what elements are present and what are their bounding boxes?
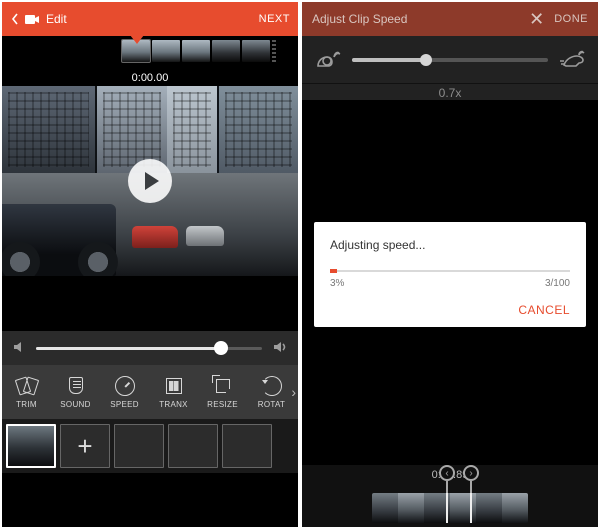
filmstrip[interactable]: [2, 36, 298, 66]
tool-label: ROTAT: [258, 400, 285, 409]
fast-icon: [558, 50, 586, 70]
clip-thumbnail[interactable]: [6, 424, 56, 468]
trim-icon: [17, 376, 37, 396]
tool-label: RESIZE: [207, 400, 238, 409]
play-button[interactable]: [128, 159, 172, 203]
clip-slot-empty[interactable]: [114, 424, 164, 468]
filmstrip-end-icon: [272, 40, 276, 62]
resize-icon: [213, 376, 233, 396]
tool-rotate[interactable]: ROTAT: [247, 365, 296, 419]
progress-percent: 3%: [330, 278, 344, 289]
speed-topbar: Adjust Clip Speed ✕ DONE: [302, 2, 598, 36]
rotate-icon: [262, 376, 282, 396]
sound-icon: [66, 376, 86, 396]
tool-label: TRIM: [16, 400, 37, 409]
tool-scroll-right-icon[interactable]: ›: [291, 384, 296, 400]
dialog-title: Adjusting speed...: [330, 238, 570, 252]
cancel-button[interactable]: CANCEL: [518, 303, 570, 317]
clip-tray: +: [2, 419, 298, 473]
camera-icon: [24, 12, 40, 26]
trim-marker: [470, 493, 472, 523]
volume-row: [2, 331, 298, 365]
screen-title: Edit: [46, 12, 67, 26]
transition-icon: [164, 376, 184, 396]
screen-title: Adjust Clip Speed: [312, 12, 407, 26]
tool-label: TRANX: [159, 400, 188, 409]
filmstrip-frame[interactable]: [182, 40, 210, 62]
close-button[interactable]: ✕: [529, 9, 544, 30]
volume-mute-icon[interactable]: [12, 341, 26, 356]
next-button[interactable]: NEXT: [259, 13, 290, 25]
filmstrip-frame[interactable]: [242, 40, 270, 62]
tool-label: SPEED: [110, 400, 139, 409]
tool-resize[interactable]: RESIZE: [198, 365, 247, 419]
speed-icon: [115, 376, 135, 396]
speed-slider[interactable]: [352, 58, 548, 62]
filmstrip-frame[interactable]: [152, 40, 180, 62]
back-button[interactable]: [10, 12, 40, 26]
tool-sound[interactable]: SOUND: [51, 365, 100, 419]
timecode: 0:00.00: [2, 66, 298, 86]
tool-trim[interactable]: TRIM: [2, 365, 51, 419]
done-button[interactable]: DONE: [554, 13, 588, 25]
trim-handle-start[interactable]: ‹: [438, 465, 456, 493]
speed-timeline: 0:32.89 ‹ ›: [302, 465, 598, 527]
slow-icon: [314, 50, 342, 70]
filmstrip-pointer-icon: [130, 35, 144, 44]
tool-tranx[interactable]: TRANX: [149, 365, 198, 419]
filmstrip-frame[interactable]: [212, 40, 240, 62]
video-preview[interactable]: [2, 86, 298, 276]
progress-dialog: Adjusting speed... 3% 3/100 CANCEL: [314, 222, 586, 327]
volume-max-icon[interactable]: [272, 341, 288, 356]
timeline-strip[interactable]: [372, 493, 528, 523]
speed-slider-row: [302, 36, 598, 84]
progress-bar: [330, 270, 570, 272]
volume-slider[interactable]: [36, 347, 262, 350]
clip-slot-empty[interactable]: [168, 424, 218, 468]
editor-topbar: Edit NEXT: [2, 2, 298, 36]
tool-speed[interactable]: SPEED: [100, 365, 149, 419]
clip-slot-empty[interactable]: [222, 424, 272, 468]
tool-row: TRIM SOUND SPEED TRANX RESIZE ROTAT ›: [2, 365, 298, 419]
trim-handle-end[interactable]: ›: [462, 465, 480, 493]
chevron-left-icon: [10, 12, 20, 26]
tool-label: SOUND: [60, 400, 90, 409]
trim-marker: [446, 493, 448, 523]
progress-count: 3/100: [545, 278, 570, 289]
add-clip-button[interactable]: +: [60, 424, 110, 468]
preview-padding: [2, 276, 298, 331]
speed-screen: Adjust Clip Speed ✕ DONE 0.7x Adjusting …: [302, 2, 598, 527]
editor-screen: Edit NEXT 0:00.00: [2, 2, 298, 527]
